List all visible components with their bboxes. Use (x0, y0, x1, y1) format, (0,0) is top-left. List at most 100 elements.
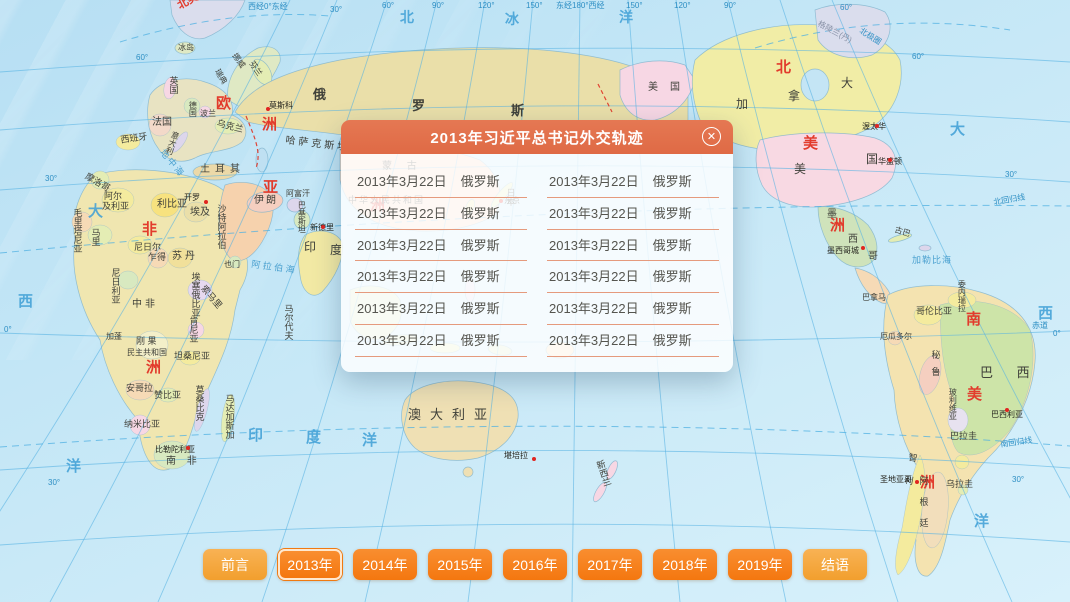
country-label: 巴基斯坦 (297, 201, 305, 233)
entry-date: 2013年3月22日 (549, 238, 639, 253)
country-label: 美 (794, 163, 806, 176)
city-dot (875, 124, 879, 128)
country-label: 土耳其 (200, 165, 245, 176)
diplomacy-entry-list: 2013年3月22日俄罗斯2013年3月22日俄罗斯2013年3月22日俄罗斯2… (355, 166, 719, 357)
diplomacy-entry: 2013年3月22日俄罗斯 (547, 293, 719, 325)
graticule-label: 赤道 (1032, 322, 1048, 330)
country-label: 西班牙 (120, 132, 148, 145)
city-label: 圣地亚哥 (880, 476, 912, 484)
entry-date: 2013年3月22日 (357, 238, 447, 253)
modal-header: 2013年习近平总书记外交轨迹 ✕ (341, 120, 733, 154)
graticule-label: 150° (526, 2, 543, 10)
country-label: 秘鲁 (930, 350, 939, 384)
entry-place: 俄罗斯 (653, 174, 692, 189)
country-label: 乍得 (148, 253, 166, 262)
timeline-button-2[interactable]: 2014年 (353, 549, 417, 580)
country-label: 纳米比亚 (124, 420, 160, 429)
country-label: 摩洛哥 (83, 172, 111, 194)
country-label: 古巴 (893, 226, 911, 239)
city-label: 堪培拉 (504, 452, 528, 460)
graticule-label: 60° (840, 4, 852, 12)
country-label: 也门 (224, 261, 240, 269)
timeline-bar: 前言 2013年 2014年 2015年 2016年 2017年 2018年 2019年结语 (0, 549, 1070, 580)
timeline-button-7[interactable]: 2019年 (728, 549, 792, 580)
entry-place: 俄罗斯 (461, 269, 500, 284)
diplomacy-entry: 2013年3月22日俄罗斯 (547, 198, 719, 230)
timeline-button-1[interactable]: 2013年 (278, 549, 342, 580)
country-label: 墨 (827, 210, 837, 221)
ocean-label: 西 (1038, 306, 1053, 322)
diplomacy-entry: 2013年3月22日俄罗斯 (355, 325, 527, 357)
country-label: 安哥拉 (126, 384, 153, 393)
entry-date: 2013年3月22日 (549, 174, 639, 189)
city-label: 渥太华 (862, 123, 886, 131)
country-label: 马尔代夫 (283, 304, 292, 340)
graticule-label: 西经0°东经 (248, 3, 288, 11)
timeline-button-4[interactable]: 2016年 (503, 549, 567, 580)
modal-body: 2013年3月22日俄罗斯2013年3月22日俄罗斯2013年3月22日俄罗斯2… (341, 154, 733, 372)
country-label: 阿根廷 (918, 476, 927, 539)
country-label: 意大利 (164, 130, 180, 155)
entry-place: 俄罗斯 (461, 174, 500, 189)
graticule-label: 0° (1053, 330, 1061, 338)
country-label: 巴拉圭 (950, 432, 977, 441)
graticule-label: 30° (330, 6, 342, 14)
graticule-label: 120° (478, 2, 495, 10)
country-label: 国 (866, 153, 878, 166)
graticule-label: 120° (674, 2, 691, 10)
entry-place: 俄罗斯 (461, 333, 500, 348)
country-label: 坦桑尼亚 (174, 352, 210, 361)
ocean-label: 冰 (505, 12, 519, 27)
country-label: 美国 (648, 83, 692, 94)
entry-place: 俄罗斯 (653, 269, 692, 284)
close-icon[interactable]: ✕ (702, 127, 721, 146)
ocean-label: 洋 (66, 459, 81, 475)
city-dot (1005, 408, 1009, 412)
continent-label: 北 (776, 60, 791, 76)
entry-date: 2013年3月22日 (549, 301, 639, 316)
continent-label: 南 (966, 312, 981, 328)
country-label: 伊朗 (254, 196, 278, 207)
country-label: 埃塞俄比亚 (190, 272, 199, 317)
entry-date: 2013年3月22日 (357, 301, 447, 316)
country-label: 沙特阿拉伯 (216, 204, 225, 249)
country-label: 巴拿马 (862, 294, 886, 302)
country-label: 俄 (313, 88, 326, 102)
entry-date: 2013年3月22日 (549, 333, 639, 348)
country-label: 刚 果 (136, 337, 157, 346)
diplomacy-entry: 2013年3月22日俄罗斯 (355, 293, 527, 325)
country-label: 法国 (152, 118, 172, 129)
timeline-button-6[interactable]: 2018年 (653, 549, 717, 580)
city-label: 墨西哥城 (827, 247, 859, 255)
country-label: 赞比亚 (154, 391, 181, 400)
country-label: 巴 西 (980, 366, 1040, 380)
graticule-label: 90° (724, 2, 736, 10)
continent-label: 非 (142, 222, 157, 238)
timeline-button-8[interactable]: 结语 (803, 549, 867, 580)
modal-title: 2013年习近平总书记外交轨迹 (430, 127, 643, 148)
continent-label: 洲 (146, 360, 161, 376)
timeline-button-3[interactable]: 2015年 (428, 549, 492, 580)
country-label: 阿富汗 (286, 190, 310, 198)
city-dot (321, 225, 325, 229)
timeline-button-0[interactable]: 前言 (203, 549, 267, 580)
country-label: 瑞典 (213, 68, 228, 86)
entry-place: 俄罗斯 (461, 206, 500, 221)
diplomacy-modal: 2013年习近平总书记外交轨迹 ✕ 2013年3月22日俄罗斯2013年3月22… (341, 120, 733, 372)
city-dot (915, 480, 919, 484)
country-label: 乌克兰 (216, 119, 244, 135)
continent-label: 北美洲 (176, 0, 211, 12)
country-label: 冰岛 (178, 44, 194, 52)
diplomacy-entry: 2013年3月22日俄罗斯 (355, 261, 527, 293)
entry-place: 俄罗斯 (461, 238, 500, 253)
country-label: 大 (841, 77, 853, 90)
country-label: 波兰 (200, 110, 216, 118)
diplomacy-entry: 2013年3月22日俄罗斯 (547, 230, 719, 262)
country-label: 印 (304, 241, 316, 254)
country-label: 西 (848, 235, 858, 246)
graticule-label: 90° (432, 2, 444, 10)
ocean-label: 北 (400, 10, 414, 25)
timeline-button-5[interactable]: 2017年 (578, 549, 642, 580)
entry-place: 俄罗斯 (653, 206, 692, 221)
graticule-label: 北回归线 (993, 193, 1026, 207)
